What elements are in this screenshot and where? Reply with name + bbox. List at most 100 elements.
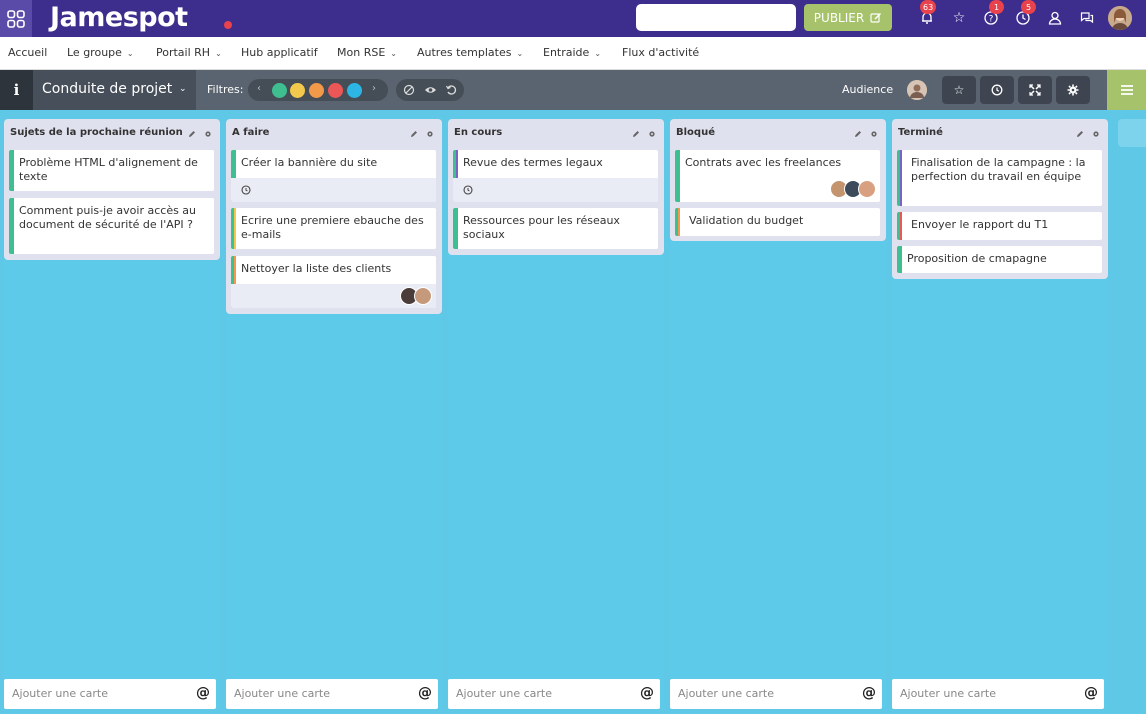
card-members	[830, 180, 876, 198]
svg-text:?: ?	[989, 15, 994, 25]
column-a-faire: A faire Créer la bannière du site Ecrire…	[226, 119, 442, 709]
user-avatar[interactable]	[1108, 6, 1132, 30]
notifications-button[interactable]: 63	[916, 0, 938, 29]
card[interactable]: Validation du budget	[675, 208, 880, 236]
member-avatar[interactable]	[858, 180, 876, 198]
due-date-icon	[463, 184, 473, 198]
board-toolbar: i Conduite de projet ⌄ Filtres: ‹ › Audi…	[0, 70, 1146, 110]
card[interactable]: Revue des termes legaux	[453, 150, 658, 202]
reset-button[interactable]	[444, 83, 458, 97]
chevron-left-icon[interactable]: ‹	[257, 83, 261, 94]
top-bar: Jamespot PUBLIER 63 ☆ ? 1 5	[0, 0, 1146, 37]
nav-item-accueil[interactable]: Accueil	[8, 46, 47, 59]
nav-item-hub-applicatif[interactable]: Hub applicatif	[241, 46, 318, 59]
nav-item-flux-activite[interactable]: Flux d'activité	[622, 46, 699, 59]
chat-button[interactable]	[1076, 7, 1098, 29]
info-button[interactable]: i	[0, 70, 33, 110]
audience-avatar[interactable]	[907, 80, 927, 100]
filter-yellow[interactable]	[290, 83, 305, 98]
nav-item-mon-rse[interactable]: Mon RSE ⌄	[337, 46, 397, 59]
add-card-placeholder: Ajouter une carte	[900, 687, 996, 700]
column-header: Sujets de la prochaine réunion Problème …	[4, 119, 220, 260]
app-logo[interactable]: Jamespot	[50, 2, 188, 33]
card[interactable]: Proposition de cmapagne	[897, 246, 1102, 273]
gear-icon	[1067, 84, 1079, 96]
card-title: Créer la bannière du site	[241, 156, 378, 169]
edit-icon[interactable]	[410, 127, 418, 141]
column-header: En cours Revue des termes legaux Ressour…	[448, 119, 664, 255]
chevron-right-icon[interactable]: ›	[372, 83, 376, 94]
gear-icon[interactable]	[1092, 127, 1100, 141]
card-title: Proposition de cmapagne	[907, 252, 1047, 265]
filter-blue[interactable]	[347, 83, 362, 98]
due-date-icon	[241, 184, 251, 198]
card[interactable]: Comment puis-je avoir accès au document …	[9, 198, 214, 254]
publish-label: PUBLIER	[813, 10, 865, 25]
audience-label: Audience	[842, 83, 894, 96]
card[interactable]: Contrats avec les freelances	[675, 150, 880, 202]
gear-icon[interactable]	[870, 127, 878, 141]
card-labels	[897, 150, 902, 206]
next-column-edge[interactable]	[1118, 119, 1146, 147]
mention-icon[interactable]: @	[862, 685, 876, 701]
side-menu-button[interactable]	[1107, 70, 1146, 110]
fullscreen-button[interactable]	[1018, 76, 1052, 104]
card-labels	[897, 212, 902, 240]
member-avatar[interactable]	[414, 287, 432, 305]
column-termine: Terminé Finalisation de la campagne : la…	[892, 119, 1108, 709]
mention-icon[interactable]: @	[196, 685, 210, 701]
nav-item-entraide[interactable]: Entraide ⌄	[543, 46, 601, 59]
mention-icon[interactable]: @	[418, 685, 432, 701]
gear-icon[interactable]	[426, 127, 434, 141]
gear-icon[interactable]	[204, 127, 212, 141]
board-history-button[interactable]	[980, 76, 1014, 104]
add-card-input[interactable]: Ajouter une carte @	[892, 679, 1104, 709]
nav-item-portail-rh[interactable]: Portail RH ⌄	[156, 46, 222, 59]
card-labels	[675, 208, 680, 236]
edit-icon[interactable]	[632, 127, 640, 141]
chevron-down-icon: ⌄	[516, 49, 524, 58]
apps-menu-button[interactable]	[0, 0, 32, 37]
nav-item-label: Flux d'activité	[622, 46, 700, 59]
card-labels	[897, 246, 902, 273]
logo-dot	[224, 21, 232, 29]
mention-icon[interactable]: @	[640, 685, 654, 701]
add-card-input[interactable]: Ajouter une carte @	[448, 679, 660, 709]
card[interactable]: Problème HTML d'alignement de texte	[9, 150, 214, 191]
column-title: Bloqué	[676, 127, 715, 138]
add-card-placeholder: Ajouter une carte	[678, 687, 774, 700]
board-settings-button[interactable]	[1056, 76, 1090, 104]
card[interactable]: Ecrire une premiere ebauche des e-mails	[231, 208, 436, 249]
visibility-button[interactable]	[423, 83, 437, 97]
board-selector[interactable]: Conduite de projet ⌄	[33, 70, 196, 110]
add-card-placeholder: Ajouter une carte	[234, 687, 330, 700]
history-button[interactable]: 5	[1012, 0, 1036, 29]
filter-red[interactable]	[328, 83, 343, 98]
nav-item-le-groupe[interactable]: Le groupe ⌄	[67, 46, 134, 59]
edit-icon[interactable]	[1076, 127, 1084, 141]
add-card-placeholder: Ajouter une carte	[12, 687, 108, 700]
edit-icon[interactable]	[854, 127, 862, 141]
nav-item-autres-templates[interactable]: Autres templates ⌄	[417, 46, 523, 59]
favorite-board-button[interactable]: ☆	[942, 76, 976, 104]
filter-green[interactable]	[272, 83, 287, 98]
filter-orange[interactable]	[309, 83, 324, 98]
unlink-button[interactable]	[402, 83, 416, 97]
card[interactable]: Créer la bannière du site	[231, 150, 436, 202]
card[interactable]: Finalisation de la campagne : la perfect…	[897, 150, 1102, 206]
publish-button[interactable]: PUBLIER	[804, 4, 892, 31]
profile-button[interactable]	[1044, 7, 1066, 29]
help-button[interactable]: ? 1	[980, 0, 1004, 29]
mention-icon[interactable]: @	[1084, 685, 1098, 701]
edit-icon[interactable]	[188, 127, 196, 141]
card[interactable]: Ressources pour les réseaux sociaux	[453, 208, 658, 249]
favorites-button[interactable]: ☆	[948, 7, 970, 29]
gear-icon[interactable]	[648, 127, 656, 141]
column-header: Terminé Finalisation de la campagne : la…	[892, 119, 1108, 279]
card[interactable]: Envoyer le rapport du T1	[897, 212, 1102, 240]
search-input[interactable]	[636, 4, 796, 31]
add-card-input[interactable]: Ajouter une carte @	[226, 679, 438, 709]
add-card-input[interactable]: Ajouter une carte @	[4, 679, 216, 709]
add-card-input[interactable]: Ajouter une carte @	[670, 679, 882, 709]
card[interactable]: Nettoyer la liste des clients	[231, 256, 436, 308]
